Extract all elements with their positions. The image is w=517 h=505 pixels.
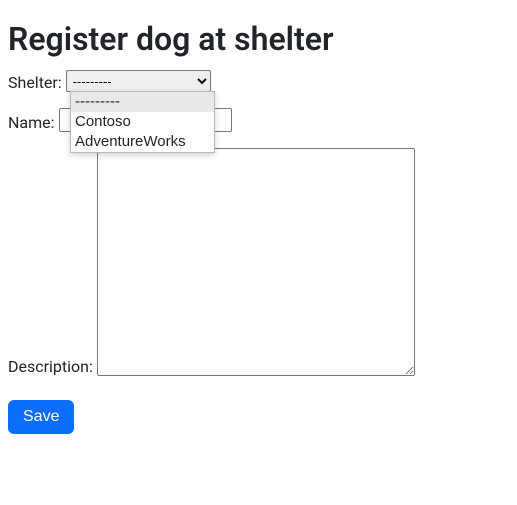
shelter-row: Shelter: --------- Contoso AdventureWork… — [8, 70, 509, 92]
description-label: Description: — [8, 357, 93, 376]
shelter-dropdown-item-blank[interactable]: --------- — [71, 92, 214, 112]
shelter-select[interactable]: --------- Contoso AdventureWorks — [66, 70, 211, 92]
shelter-label: Shelter: — [8, 73, 62, 92]
page-title: Register dog at shelter — [8, 20, 509, 58]
save-button[interactable]: Save — [8, 400, 74, 434]
shelter-dropdown-item-contoso[interactable]: Contoso — [71, 112, 214, 132]
description-row: Description: — [8, 148, 509, 376]
description-textarea[interactable] — [97, 148, 415, 376]
shelter-dropdown-item-adventureworks[interactable]: AdventureWorks — [71, 132, 214, 152]
shelter-dropdown-list: --------- Contoso AdventureWorks — [70, 91, 215, 153]
name-label: Name: — [8, 113, 55, 132]
